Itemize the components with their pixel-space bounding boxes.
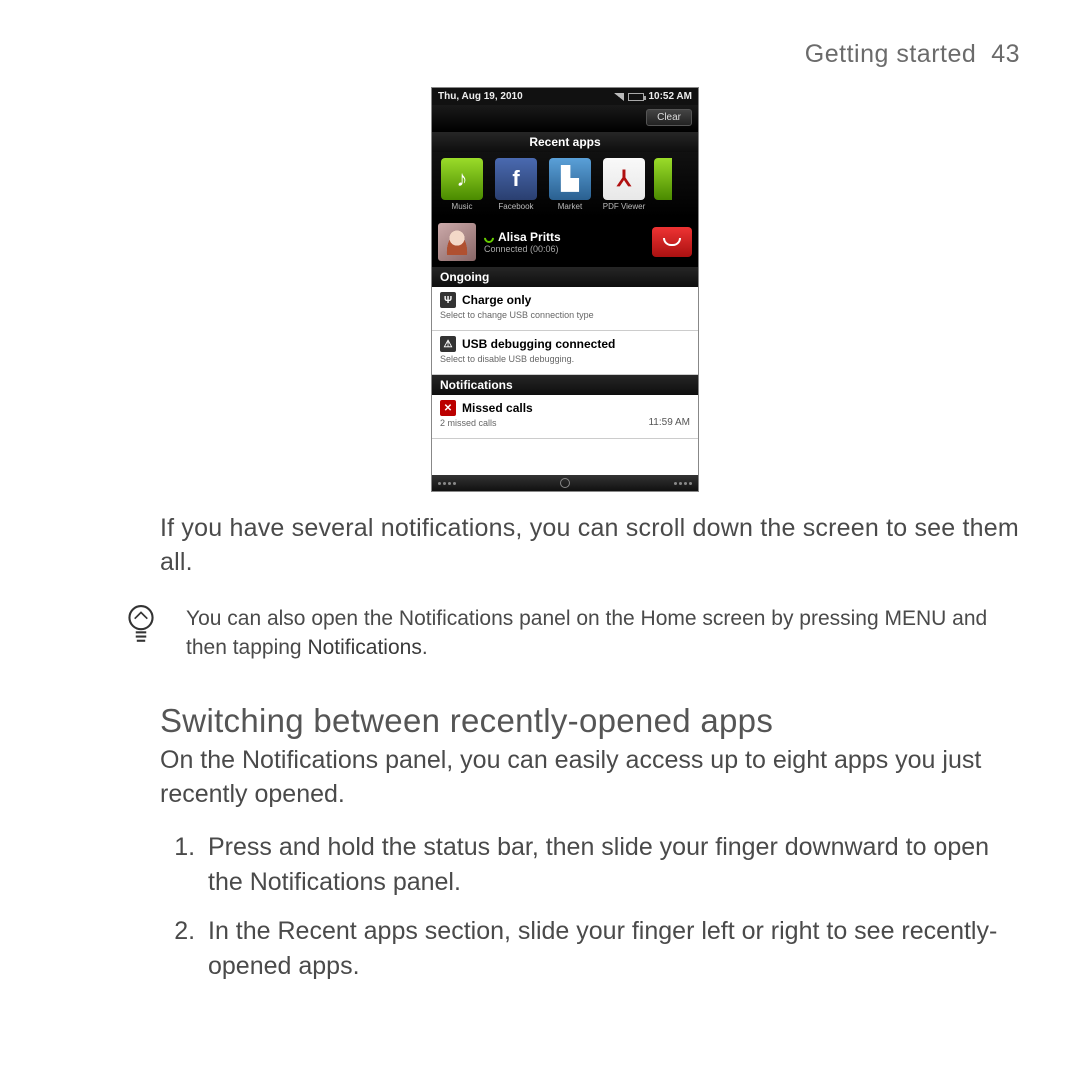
recent-app-peek[interactable] bbox=[654, 158, 672, 211]
paragraph: If you have several notifications, you c… bbox=[160, 512, 1020, 580]
home-dot-icon bbox=[560, 478, 570, 488]
app-label: PDF Viewer bbox=[600, 202, 648, 211]
chapter-name: Getting started bbox=[805, 40, 976, 68]
tip-bold: Notifications bbox=[307, 636, 421, 659]
item-title: USB debugging connected bbox=[462, 337, 615, 351]
steps-list: Press and hold the status bar, then slid… bbox=[202, 830, 1020, 984]
step-item: Press and hold the status bar, then slid… bbox=[202, 830, 1020, 900]
notifications-title: Notifications bbox=[432, 375, 698, 395]
app-label: Facebook bbox=[492, 202, 540, 211]
step-item: In the Recent apps section, slide your f… bbox=[202, 914, 1020, 984]
tip-text: You can also open the Notifications pane… bbox=[186, 604, 1020, 663]
ongoing-item[interactable]: Ψ Charge only Select to change USB connec… bbox=[432, 287, 698, 331]
tip-part: . bbox=[422, 636, 428, 659]
phone-bottom-bar bbox=[432, 475, 698, 491]
status-time: 10:52 AM bbox=[648, 91, 692, 102]
facebook-icon: f bbox=[495, 158, 537, 200]
call-active-icon bbox=[482, 231, 496, 245]
page-header: Getting started 43 bbox=[110, 40, 1020, 69]
app-label: Music bbox=[438, 202, 486, 211]
item-time: 11:59 AM bbox=[648, 417, 690, 428]
app-label: Market bbox=[546, 202, 594, 211]
signal-icon bbox=[614, 93, 624, 101]
clear-row: Clear bbox=[432, 105, 698, 132]
recent-app[interactable]: ⅄ PDF Viewer bbox=[600, 158, 648, 211]
grip-icon bbox=[674, 482, 692, 485]
pdf-icon: ⅄ bbox=[603, 158, 645, 200]
tip-block: You can also open the Notifications pane… bbox=[124, 604, 1020, 663]
lightbulb-icon bbox=[124, 604, 158, 651]
music-icon: ♪ bbox=[441, 158, 483, 200]
call-status: Connected (00:06) bbox=[484, 244, 644, 254]
missed-call-icon bbox=[440, 400, 456, 416]
end-call-button[interactable] bbox=[652, 227, 692, 257]
phone-status-bar: Thu, Aug 19, 2010 10:52 AM bbox=[432, 88, 698, 105]
section-sub: On the Notifications panel, you can easi… bbox=[160, 744, 1020, 812]
recent-apps-row[interactable]: ♪ Music f Facebook ▙ Market ⅄ PDF Viewer bbox=[432, 152, 698, 217]
section-heading: Switching between recently-opened apps bbox=[160, 702, 1020, 740]
market-icon: ▙ bbox=[549, 158, 591, 200]
caller-avatar bbox=[438, 223, 476, 261]
peek-icon bbox=[654, 158, 672, 200]
grip-icon bbox=[438, 482, 456, 485]
recent-apps-title: Recent apps bbox=[432, 132, 698, 152]
ongoing-item[interactable]: ⚠ USB debugging connected Select to disab… bbox=[432, 331, 698, 375]
item-sub: 2 missed calls bbox=[440, 418, 497, 428]
battery-icon bbox=[628, 93, 644, 101]
recent-app[interactable]: ▙ Market bbox=[546, 158, 594, 211]
recent-app[interactable]: f Facebook bbox=[492, 158, 540, 211]
item-sub: Select to disable USB debugging. bbox=[440, 354, 690, 364]
usb-icon: Ψ bbox=[440, 292, 456, 308]
recent-app[interactable]: ♪ Music bbox=[438, 158, 486, 211]
blank-area bbox=[432, 439, 698, 475]
item-sub: Select to change USB connection type bbox=[440, 310, 690, 320]
ongoing-title: Ongoing bbox=[432, 267, 698, 287]
item-title: Charge only bbox=[462, 293, 531, 307]
phone-screenshot: Thu, Aug 19, 2010 10:52 AM Clear Recent … bbox=[431, 87, 699, 492]
clear-button[interactable]: Clear bbox=[646, 109, 692, 126]
active-call-row[interactable]: Alisa Pritts Connected (00:06) bbox=[432, 217, 698, 267]
bug-icon: ⚠ bbox=[440, 336, 456, 352]
caller-name: Alisa Pritts bbox=[498, 230, 561, 244]
status-date: Thu, Aug 19, 2010 bbox=[438, 91, 523, 102]
notification-item[interactable]: Missed calls 2 missed calls 11:59 AM bbox=[432, 395, 698, 439]
page-number: 43 bbox=[991, 40, 1020, 68]
item-title: Missed calls bbox=[462, 401, 533, 415]
